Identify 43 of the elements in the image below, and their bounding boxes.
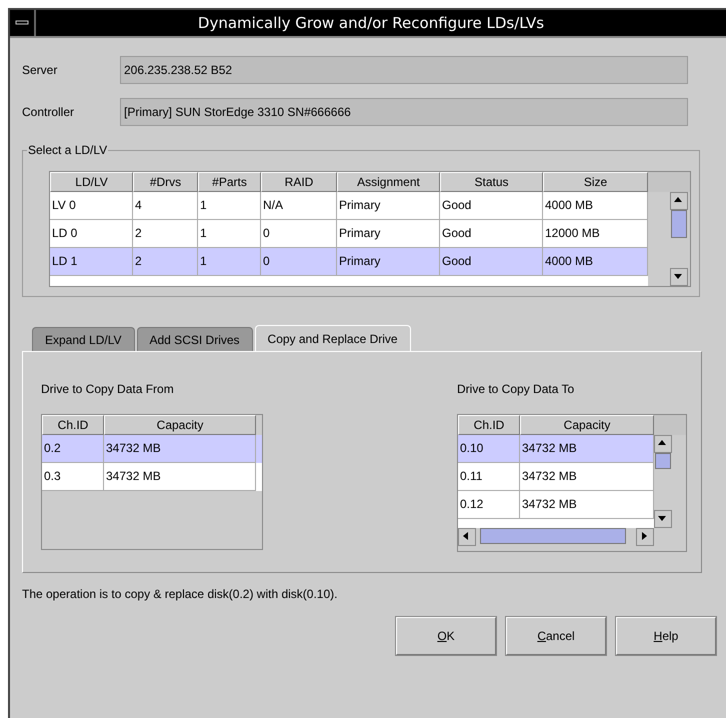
table-row[interactable]: LV 0 4 1 N/A Primary Good 4000 MB [50, 192, 648, 220]
column-header[interactable]: RAID [261, 172, 337, 192]
readonly-field: [Primary] SUN StorEdge 3310 SN#666666 [120, 98, 688, 126]
dialog-button[interactable]: Help [616, 617, 716, 655]
table-row[interactable]: LD 1 2 1 0 Primary Good 4000 MB [50, 248, 648, 276]
table-row[interactable]: LD 0 2 1 0 Primary Good 12000 MB [50, 220, 648, 248]
tab[interactable]: Expand LD/LV [32, 327, 134, 351]
scroll-thumb[interactable] [671, 210, 687, 238]
table-cell: 34732 MB [104, 463, 256, 491]
column-header[interactable]: Capacity [104, 415, 256, 435]
field-label: Server [22, 63, 58, 77]
group-title: Select a LD/LV [27, 143, 108, 157]
table-cell: 0.3 [42, 463, 104, 491]
dialog-button[interactable]: OK [396, 617, 496, 655]
column-header[interactable]: #Drvs [133, 172, 198, 192]
scroll-thumb[interactable] [480, 528, 626, 544]
table-row[interactable]: 0.11 34732 MB [458, 463, 654, 491]
table-row[interactable]: 0.3 34732 MB [42, 463, 262, 491]
field-label: Controller [22, 105, 76, 119]
section-title: Drive to Copy Data To [457, 382, 576, 396]
column-header[interactable]: Ch.ID [458, 415, 520, 435]
column-header[interactable]: Status [440, 172, 543, 192]
column-header[interactable]: Size [543, 172, 648, 192]
section-title: Drive to Copy Data From [41, 382, 175, 396]
vertical-scrollbar[interactable] [654, 435, 672, 528]
table-row[interactable]: 0.2 34732 MB [42, 435, 262, 463]
tab[interactable]: Copy and Replace Drive [254, 325, 411, 351]
column-header[interactable]: Assignment [337, 172, 440, 192]
scroll-thumb[interactable] [655, 453, 671, 469]
window-title: Dynamically Grow and/or Reconfigure LDs/LVs [196, 14, 546, 32]
status-message: The operation is to copy & replace disk(0.2) with disk(0.10). [22, 587, 338, 601]
dialog-button[interactable]: Cancel [506, 617, 606, 655]
column-header[interactable]: LD/LV [50, 172, 133, 192]
column-header[interactable]: #Parts [198, 172, 261, 192]
tab[interactable]: Add SCSI Drives [136, 327, 253, 351]
readonly-field: 206.235.238.52 B52 [120, 56, 688, 84]
column-header[interactable]: Capacity [520, 415, 654, 435]
vertical-scrollbar[interactable] [670, 192, 688, 286]
menu-bar-icon [15, 19, 29, 27]
column-header[interactable]: Ch.ID [42, 415, 104, 435]
table-row[interactable]: 0.12 34732 MB [458, 491, 654, 519]
horizontal-scrollbar[interactable] [458, 528, 654, 546]
table-row[interactable]: 0.10 34732 MB [458, 435, 654, 463]
